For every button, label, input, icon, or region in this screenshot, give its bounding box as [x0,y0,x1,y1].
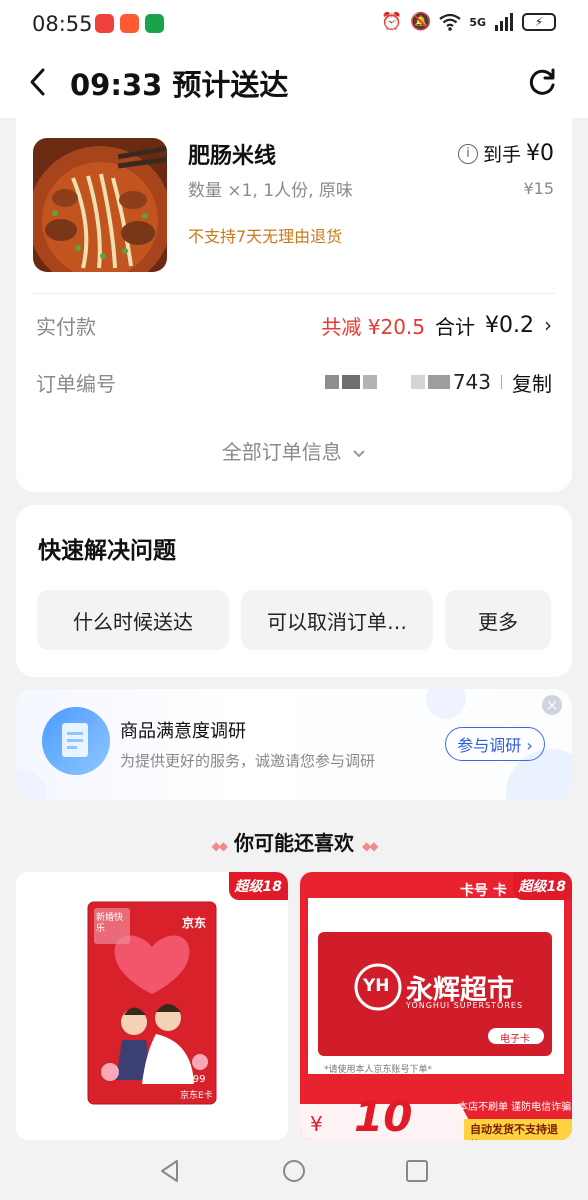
order-number: 743 [324,370,491,394]
product-spec: 数量 ×1, 1人份, 原味 [188,181,353,201]
mute-icon: 🔕 [410,12,432,32]
refresh-icon[interactable] [528,67,558,97]
app-notification-icon [145,14,164,33]
order-number-label: 订单编号 [36,371,116,396]
decoration-icon: ◆◆ [211,839,229,853]
join-survey-button[interactable]: 参与调研 › [445,727,545,761]
paid-amount-summary: 共减 ¥20.5 合计 ¥0.2 › [321,311,552,340]
survey-banner[interactable]: 商品满意度调研 为提供更好的服务，诚邀请您参与调研 参与调研 › × [16,689,572,800]
decoration-icon: ◆◆ [362,839,379,853]
app-notification-icon [95,14,114,33]
notice-text: *请使用本人京东账号下单* [324,1065,433,1075]
card-corner-text: 新婚快乐 [96,913,124,934]
order-number-row: 订单编号 743 复制 [36,365,552,399]
original-price: ¥15 [523,179,554,198]
survey-subtitle: 为提供更好的服务，诚邀请您参与调研 [120,752,376,770]
back-chevron-icon[interactable] [24,65,54,99]
chip-delivery-time[interactable]: 什么时候送达 [37,590,229,650]
card-value: ¥999 [180,1074,206,1085]
page-title: 09:33 预计送达 [70,68,289,102]
status-indicators: ⏰ 🔕 5G ⚡ [381,12,556,32]
product-card-jd-ecard[interactable]: 新婚快乐 京东 ¥999 京东E卡 超级18 [16,872,288,1140]
separator [501,375,502,389]
recommend-title: ◆◆ 你可能还喜欢 ◆◆ [0,827,588,856]
decoration-blob [426,689,466,719]
recommend-title-text: 你可能还喜欢 [234,831,354,855]
quick-solve-title: 快速解决问题 [38,538,176,564]
battery-charging-icon: ⚡ [522,13,556,31]
return-policy-note: 不支持7天无理由退货 [188,227,343,246]
price-currency: ¥ [310,1112,323,1136]
status-bar: 08:55 ⏰ 🔕 5G ⚡ [0,0,588,50]
redacted-block [341,375,360,389]
info-icon[interactable]: i [457,143,478,164]
app-notification-icon [120,14,139,33]
paid-amount-row[interactable]: 实付款 共减 ¥20.5 合计 ¥0.2 › [36,308,552,342]
ecard-badge: 电子卡 [500,1034,530,1045]
chevron-down-icon [353,449,365,457]
chevron-right-icon: › [544,313,552,337]
system-navigation-bar [0,1140,588,1200]
order-number-value: 743 复制 [324,368,552,397]
redacted-block [427,375,450,389]
close-icon[interactable]: × [542,695,562,715]
divider [33,293,555,294]
redacted-block [324,375,339,389]
product-image[interactable] [33,138,167,272]
chip-more[interactable]: 更多 [445,590,551,650]
page-header: 09:33 预计送达 [0,50,588,118]
nav-recents-icon[interactable] [404,1158,430,1184]
survey-title: 商品满意度调研 [120,721,246,742]
product-card-yonghui-ecard[interactable]: 卡号 卡 YH 永辉超市 YONGHUI SUPERSTORES 电子卡 *请使… [300,872,572,1140]
card-label: 京东E卡 [180,1091,213,1101]
nav-back-icon[interactable] [157,1158,183,1184]
brand-english: YONGHUI SUPERSTORES [406,1001,524,1010]
yonghui-logo-icon: YH [363,976,390,996]
wifi-icon [439,13,461,31]
order-number-suffix: 743 [452,370,491,394]
product-name[interactable]: 肥肠米线 [188,138,276,170]
discount-amount: 共减 ¥20.5 [321,314,426,339]
order-card: 肥肠米线 数量 ×1, 1人份, 原味 不支持7天无理由退货 i 到手 ¥0 ¥1… [16,118,572,492]
final-price[interactable]: i 到手 ¥0 [457,140,554,167]
final-price-value: ¥0 [526,141,554,166]
signal-icon [495,13,513,31]
status-time: 08:55 [32,12,93,36]
nav-home-icon[interactable] [281,1158,307,1184]
chip-cancel-order[interactable]: 可以取消订单… [241,590,433,650]
super18-tag: 超级18 [512,872,572,900]
final-price-label: 到手 [482,144,521,166]
all-order-info-toggle[interactable]: 全部订单信息 [16,436,572,465]
redacted-block [410,375,425,389]
anti-fraud-badge: 本店不刷单 谨防电信诈骗 [458,1102,572,1113]
alarm-icon: ⏰ [380,12,403,32]
paid-label: 实付款 [36,314,96,339]
card-brand: 京东 [182,916,207,930]
copy-button[interactable]: 复制 [512,368,552,397]
quick-solve-card: 快速解决问题 什么时候送达 可以取消订单… 更多 [16,505,572,677]
survey-document-icon [42,707,110,775]
price-value: 10 [354,1092,413,1140]
jd-gift-card-image [16,872,288,1140]
network-type-label: 5G [469,15,486,29]
total-value: ¥0.2 [485,312,534,338]
card-top-text: 卡号 卡 [460,883,507,899]
status-app-icons [95,14,164,33]
total-label: 合计 [435,314,476,339]
all-order-info-label: 全部订单信息 [221,440,342,464]
redacted-block [362,375,377,389]
super18-tag: 超级18 [228,872,288,900]
auto-delivery-badge: 自动发货不支持退换 [464,1119,572,1140]
